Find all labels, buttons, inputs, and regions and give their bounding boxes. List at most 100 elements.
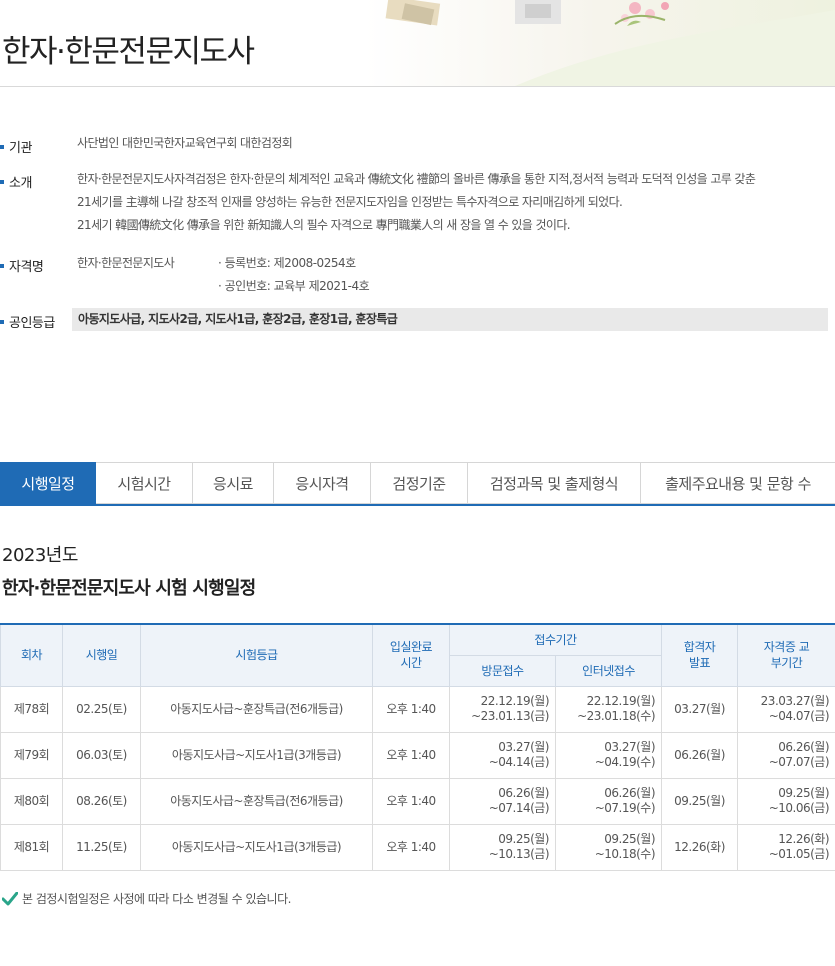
- header-entry-time-text: 입실완료 시간: [389, 640, 433, 671]
- table-row: 제78회 02.25(토) 아동지도사급~훈장특급(전6개등급) 오후 1:40…: [0, 685, 835, 733]
- info-cert-numbers: · 등록번호: 제2008-0254호 · 공인번호: 교육부 제2021-4호: [218, 252, 370, 298]
- registration-number: · 등록번호: 제2008-0254호: [218, 256, 356, 270]
- visit-end: ~04.14(금): [488, 755, 550, 769]
- header-announce-text: 합격자 발표: [683, 640, 716, 671]
- table-row: 제81회 11.25(토) 아동지도사급~지도사1급(3개등급) 오후 1:40…: [0, 823, 835, 871]
- cert-label-text: 자격명: [9, 260, 44, 275]
- cell-date: 02.25(토): [62, 685, 141, 733]
- table-row: 제79회 06.03(토) 아동지도사급~지도사1급(3개등급) 오후 1:40…: [0, 731, 835, 779]
- cell-grade: 아동지도사급~훈장특급(전6개등급): [140, 777, 373, 825]
- info-intro-label: 소개: [0, 172, 32, 191]
- issue-end: ~01.05(금): [768, 847, 830, 861]
- cell-visit: 09.25(월) ~10.13(금): [449, 823, 556, 871]
- schedule-year: 2023년도: [2, 545, 78, 566]
- visit-start: 06.26(월): [498, 786, 549, 800]
- info-org-value: 사단법인 대한민국한자교육연구회 대한검정회: [77, 136, 293, 150]
- bullet-icon: [0, 144, 4, 149]
- issue-start: 12.26(화): [778, 832, 830, 846]
- header-grade: 시험등급: [140, 623, 373, 687]
- tab-criteria[interactable]: 검정기준: [371, 462, 468, 504]
- tab-schedule[interactable]: 시행일정: [0, 462, 96, 504]
- cell-internet: 09.25(월) ~10.18(수): [554, 823, 663, 871]
- intro-line: 21세기를 主導해 나갈 창조적 인재를 양성하는 유능한 전문지도자임을 인정…: [77, 195, 623, 209]
- cell-date: 06.03(토): [62, 731, 141, 779]
- cell-announce: 09.25(월): [661, 777, 739, 825]
- bullet-icon: [0, 319, 4, 324]
- tab-bar: 시행일정 시험시간 응시료 응시자격 검정기준 검정과목 및 출제형식 출제주요…: [0, 462, 835, 506]
- cell-date: 08.26(토): [62, 777, 141, 825]
- tab-eligibility[interactable]: 응시자격: [274, 462, 371, 504]
- issue-end: ~04.07(금): [768, 709, 830, 723]
- tab-exam-time[interactable]: 시험시간: [96, 462, 193, 504]
- intro-line: 21세기 韓國傳統文化 傳承을 위한 新知識人의 필수 자격으로 專門職業人의 …: [77, 218, 571, 232]
- header-decoration-illustration: [365, 0, 835, 86]
- issue-end: ~10.06(금): [768, 801, 830, 815]
- schedule-table: 회차 시행일 시험등급 입실완료 시간 접수기간 합격자 발표 자격증 교부기간…: [0, 623, 835, 871]
- org-label-text: 기관: [9, 141, 32, 156]
- cell-round: 제80회: [0, 777, 63, 825]
- cell-round: 제78회: [0, 685, 63, 733]
- info-org-label: 기관: [0, 137, 32, 156]
- cell-round: 제79회: [0, 731, 63, 779]
- internet-start: 09.25(월): [604, 832, 656, 846]
- internet-start: 22.12.19(월): [586, 694, 656, 708]
- schedule-note: 본 검정시험일정은 사정에 따라 다소 변경될 수 있습니다.: [2, 890, 291, 907]
- tab-contents-questions[interactable]: 출제주요내용 및 문항 수: [641, 462, 835, 504]
- cell-issue: 09.25(월) ~10.06(금): [737, 777, 835, 825]
- page-title: 한자·한문전문지도사: [2, 34, 255, 70]
- intro-line: 한자·한문전문지도사자격검정은 한자·한문의 체계적인 교육과 傳統文化 禮節의…: [77, 172, 756, 186]
- header-reception-period: 접수기간: [448, 623, 663, 656]
- issue-end: ~07.07(금): [768, 755, 830, 769]
- tab-fee[interactable]: 응시료: [193, 462, 274, 504]
- header-issue: 자격증 교부기간: [737, 623, 835, 687]
- issue-start: 23.03.27(월): [760, 694, 830, 708]
- info-cert-label: 자격명: [0, 256, 44, 275]
- cell-date: 11.25(토): [62, 823, 141, 871]
- cell-issue: 12.26(화) ~01.05(금): [737, 823, 835, 871]
- internet-end: ~07.19(수): [594, 801, 656, 815]
- visit-end: ~23.01.13(금): [471, 709, 549, 723]
- info-intro-value: 한자·한문전문지도사자격검정은 한자·한문의 체계적인 교육과 傳統文化 禮節의…: [77, 168, 756, 237]
- cell-round: 제81회: [0, 823, 63, 871]
- tab-subjects-format[interactable]: 검정과목 및 출제형식: [468, 462, 641, 504]
- note-text: 본 검정시험일정은 사정에 따라 다소 변경될 수 있습니다.: [22, 892, 291, 906]
- info-grade-label: 공인등급: [0, 312, 55, 331]
- info-cert-name: 한자·한문전문지도사: [77, 256, 175, 270]
- header-visit: 방문접수: [449, 654, 556, 687]
- intro-label-text: 소개: [9, 176, 32, 191]
- bullet-icon: [0, 263, 4, 268]
- cell-visit: 06.26(월) ~07.14(금): [449, 777, 556, 825]
- cell-visit: 22.12.19(월) ~23.01.13(금): [449, 685, 556, 733]
- schedule-title: 한자·한문전문지도사 시험 시행일정: [2, 578, 256, 599]
- issue-start: 06.26(월): [778, 740, 830, 754]
- cell-announce: 12.26(화): [661, 823, 739, 871]
- cell-internet: 22.12.19(월) ~23.01.18(수): [554, 685, 663, 733]
- header-entry-time: 입실완료 시간: [372, 623, 450, 687]
- cell-announce: 03.27(월): [661, 685, 739, 733]
- internet-start: 06.26(월): [604, 786, 656, 800]
- visit-end: ~10.13(금): [488, 847, 550, 861]
- visit-end: ~07.14(금): [488, 801, 550, 815]
- internet-end: ~23.01.18(수): [577, 709, 656, 723]
- cell-issue: 23.03.27(월) ~04.07(금): [737, 685, 835, 733]
- header-internet: 인터넷접수: [554, 654, 663, 687]
- header-exam-date: 시행일: [62, 623, 141, 687]
- header-issue-text: 자격증 교부기간: [763, 640, 810, 671]
- visit-start: 09.25(월): [498, 832, 549, 846]
- cell-announce: 06.26(월): [661, 731, 739, 779]
- cell-time: 오후 1:40: [372, 731, 450, 779]
- internet-end: ~10.18(수): [594, 847, 656, 861]
- approval-number: · 공인번호: 교육부 제2021-4호: [218, 279, 370, 293]
- cell-issue: 06.26(월) ~07.07(금): [737, 731, 835, 779]
- visit-start: 03.27(월): [498, 740, 549, 754]
- cell-grade: 아동지도사급~지도사1급(3개등급): [140, 731, 373, 779]
- internet-start: 03.27(월): [604, 740, 656, 754]
- table-row: 제80회 08.26(토) 아동지도사급~훈장특급(전6개등급) 오후 1:40…: [0, 777, 835, 825]
- cell-time: 오후 1:40: [372, 823, 450, 871]
- checkmark-icon: [2, 891, 18, 905]
- page-header: 한자·한문전문지도사: [0, 0, 835, 87]
- cell-internet: 03.27(월) ~04.19(수): [554, 731, 663, 779]
- internet-end: ~04.19(수): [594, 755, 656, 769]
- header-announce: 합격자 발표: [661, 623, 739, 687]
- cell-internet: 06.26(월) ~07.19(수): [554, 777, 663, 825]
